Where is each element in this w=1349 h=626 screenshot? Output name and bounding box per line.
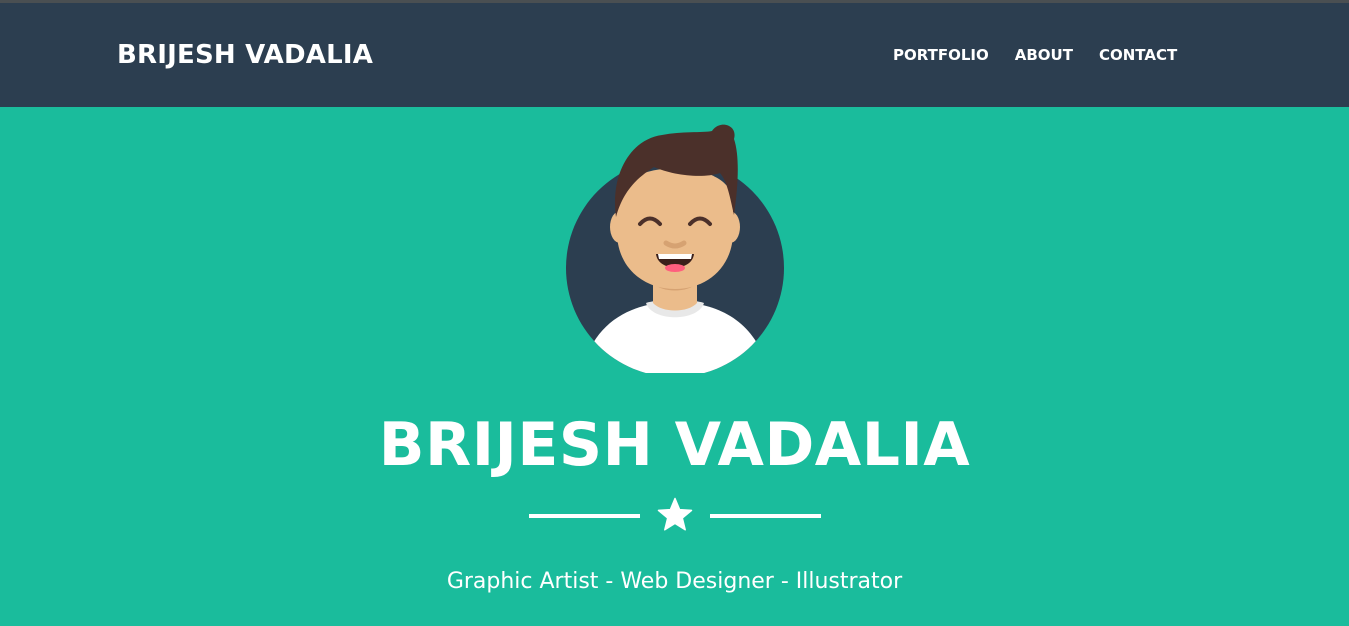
hero-subtitle: Graphic Artist - Web Designer - Illustra…	[446, 569, 903, 594]
divider-line-right	[710, 514, 821, 518]
nav-link-about[interactable]: ABOUT	[1002, 45, 1086, 65]
nav-links: PORTFOLIO ABOUT CONTACT	[880, 45, 1190, 65]
nav-link-contact[interactable]: CONTACT	[1086, 45, 1190, 65]
avatar-illustration	[566, 124, 784, 373]
star-icon	[657, 497, 693, 531]
divider-line-left	[529, 514, 640, 518]
nav-link-portfolio[interactable]: PORTFOLIO	[880, 45, 1002, 65]
navbar: BRIJESH VADALIA PORTFOLIO ABOUT CONTACT	[0, 3, 1349, 107]
masthead: BRIJESH VADALIA Graphic Artist - Web Des…	[0, 107, 1349, 626]
star-divider	[529, 497, 821, 533]
brand-link[interactable]: BRIJESH VADALIA	[117, 37, 373, 73]
hero-title: BRIJESH VADALIA	[378, 410, 971, 480]
